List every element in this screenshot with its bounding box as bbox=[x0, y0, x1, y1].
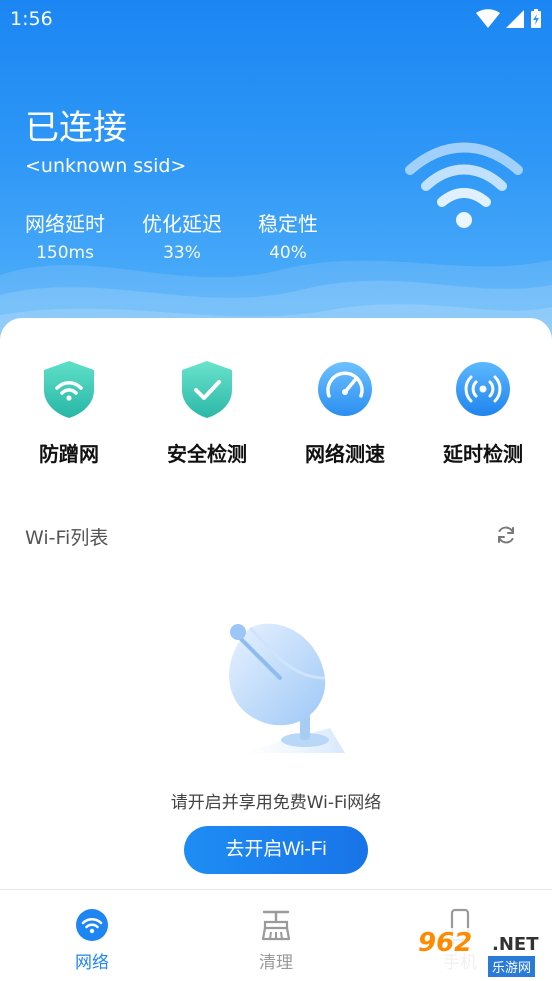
feature-latency-check[interactable]: 延时检测 bbox=[423, 358, 543, 467]
wifi-empty-message: 请开启并享用免费Wi-Fi网络 bbox=[170, 793, 382, 813]
status-time: 1:56 bbox=[10, 8, 53, 30]
watermark-brand: 962 bbox=[418, 928, 473, 958]
header-banner: 1:56 已连接 <unknown ssid> 网络延时 150ms 优化延迟 … bbox=[0, 0, 552, 345]
wifi-icon bbox=[76, 909, 108, 941]
site-watermark: 962 .NET 乐游网 bbox=[414, 928, 548, 977]
wifi-list-title: Wi-Fi列表 bbox=[25, 527, 109, 549]
stat-value: 33% bbox=[163, 243, 201, 263]
broom-icon bbox=[261, 910, 291, 941]
signal-broadcast-icon bbox=[456, 362, 510, 416]
satellite-dish-illustration bbox=[229, 623, 345, 753]
feature-security-check[interactable]: 安全检测 bbox=[147, 358, 267, 467]
connection-status: 已连接 bbox=[25, 108, 127, 148]
cell-signal-icon bbox=[506, 10, 524, 28]
speedometer-icon bbox=[318, 362, 372, 416]
stat-label: 优化延迟 bbox=[142, 212, 222, 236]
stat-label: 网络延时 bbox=[25, 212, 105, 236]
feature-anti-leech[interactable]: 防蹭网 bbox=[9, 358, 129, 467]
tab-network[interactable]: 网络 bbox=[42, 908, 142, 973]
tab-label: 清理 bbox=[259, 953, 293, 973]
open-wifi-button[interactable]: 去开启Wi-Fi bbox=[184, 826, 368, 874]
stat-label: 稳定性 bbox=[258, 212, 318, 236]
refresh-icon[interactable] bbox=[494, 523, 518, 547]
feature-label: 安全检测 bbox=[167, 442, 247, 466]
feature-label: 网络测速 bbox=[305, 442, 385, 466]
watermark-subtitle: 乐游网 bbox=[488, 956, 536, 977]
wifi-signal-large-icon bbox=[405, 142, 523, 228]
stat-value: 150ms bbox=[36, 243, 94, 263]
ssid-label: <unknown ssid> bbox=[25, 155, 187, 177]
stat-optimization: 优化延迟 33% bbox=[142, 208, 222, 263]
shield-check-icon bbox=[182, 361, 232, 418]
battery-charging-icon bbox=[531, 9, 541, 28]
watermark-suffix: .NET bbox=[492, 934, 539, 955]
main-card: 防蹭网 安全检测 网络测速 延时检测 Wi-Fi列表 请开启并享用免费Wi-Fi… bbox=[0, 318, 552, 890]
stat-latency: 网络延时 150ms bbox=[25, 208, 105, 263]
feature-label: 延时检测 bbox=[443, 442, 523, 466]
wifi-signal-icon bbox=[476, 9, 500, 28]
stat-value: 40% bbox=[269, 243, 307, 263]
stat-stability: 稳定性 40% bbox=[258, 208, 318, 263]
status-bar: 1:56 bbox=[0, 0, 552, 38]
tab-clean[interactable]: 清理 bbox=[226, 908, 326, 973]
feature-speed-test[interactable]: 网络测速 bbox=[285, 358, 405, 467]
feature-label: 防蹭网 bbox=[39, 442, 99, 466]
tab-label: 网络 bbox=[75, 953, 109, 973]
shield-wifi-icon bbox=[44, 361, 94, 418]
